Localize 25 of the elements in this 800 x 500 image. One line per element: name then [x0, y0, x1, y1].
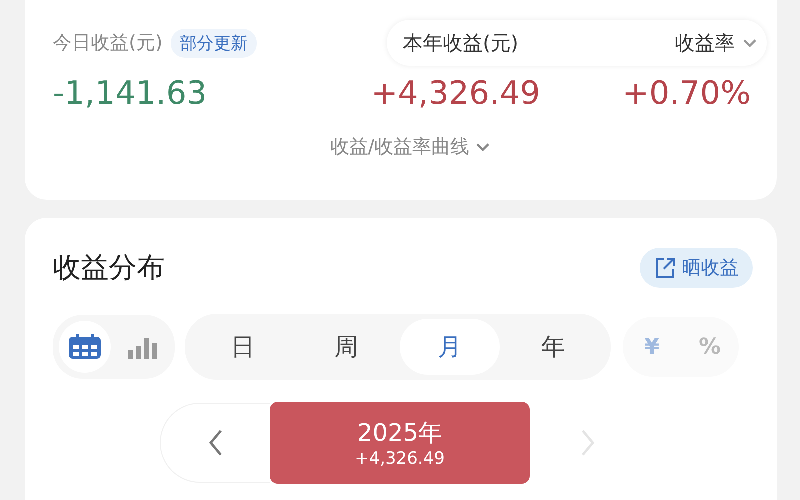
today-label: 今日收益(元)	[53, 31, 163, 56]
view-mode-button[interactable]	[59, 321, 111, 373]
calendar-icon	[68, 334, 102, 360]
update-badge: 部分更新	[170, 28, 257, 58]
rate-value: +0.70%	[622, 74, 751, 112]
curve-toggle[interactable]: 收益/收益率曲线	[330, 134, 490, 160]
year-value: +4,326.49	[371, 74, 541, 112]
period-tab[interactable]: 年	[503, 319, 604, 375]
year-title: 2025年	[357, 418, 443, 449]
share-button[interactable]: 晒收益	[640, 248, 753, 288]
year-label: 本年收益(元)	[403, 30, 519, 56]
chevron-left-icon	[208, 429, 224, 457]
period-tab[interactable]: 周	[296, 319, 396, 375]
year-total: +4,326.49	[355, 449, 445, 469]
metric-selector[interactable]: 本年收益(元) 收益率	[387, 20, 767, 66]
share-icon	[654, 257, 676, 279]
today-value: -1,141.63	[53, 74, 208, 112]
section-title: 收益分布	[53, 250, 165, 286]
period-tab[interactable]: 月	[400, 319, 500, 375]
period-tab[interactable]: 日	[192, 319, 293, 375]
rate-label: 收益率	[675, 30, 735, 56]
bar-chart-icon	[127, 335, 159, 359]
chevron-down-icon	[743, 38, 757, 48]
chevron-right-icon	[580, 429, 596, 457]
chevron-down-icon	[476, 142, 490, 152]
